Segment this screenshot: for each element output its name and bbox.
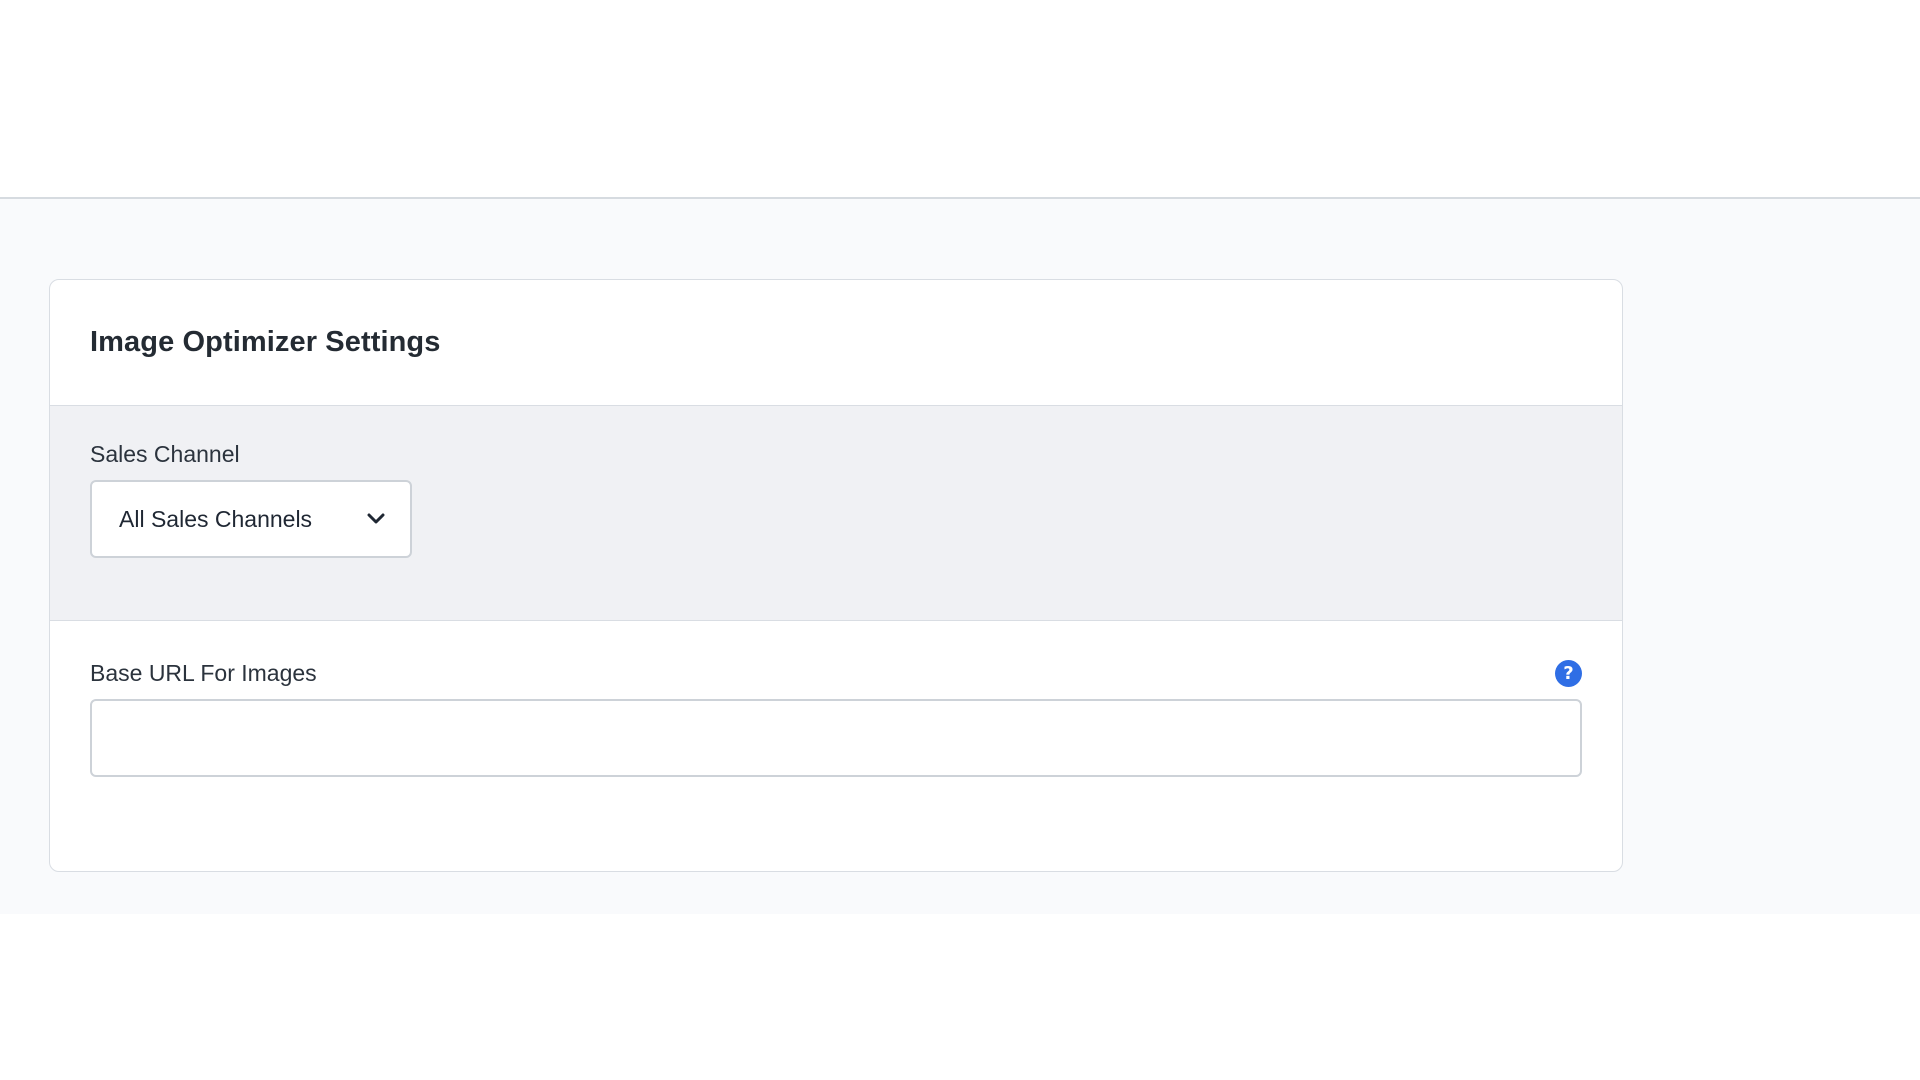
chevron-down-icon: [366, 509, 386, 529]
sales-channel-selected-value: All Sales Channels: [119, 505, 313, 532]
top-header-bar: [0, 0, 1920, 199]
base-url-label-row: Base URL For Images ?: [90, 659, 1582, 687]
card-header: Image Optimizer Settings: [50, 280, 1622, 406]
base-url-label: Base URL For Images: [90, 660, 317, 686]
card-title: Image Optimizer Settings: [90, 326, 441, 358]
sales-channel-section: Sales Channel All Sales Channels: [50, 406, 1622, 621]
settings-card: Image Optimizer Settings Sales Channel A…: [49, 279, 1623, 872]
sales-channel-label: Sales Channel: [90, 441, 240, 467]
base-url-input[interactable]: [90, 699, 1582, 777]
help-icon[interactable]: ?: [1555, 659, 1582, 687]
sales-channel-select[interactable]: All Sales Channels: [90, 480, 412, 558]
base-url-section: Base URL For Images ?: [50, 621, 1622, 777]
content-area: Image Optimizer Settings Sales Channel A…: [0, 199, 1920, 914]
